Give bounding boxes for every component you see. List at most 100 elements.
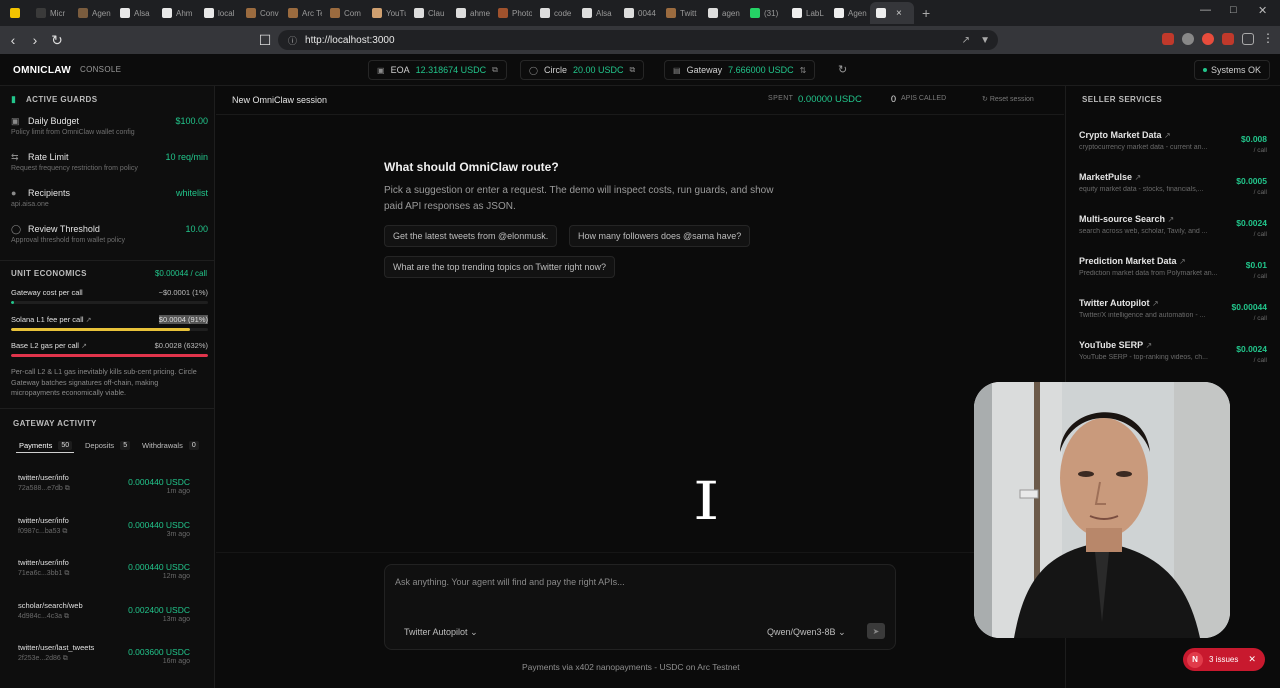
close-icon[interactable]: ✕ xyxy=(1248,654,1256,665)
browser-tab-strip: Micr Agen Alsa Ahm local Conv Arc Te Com YouTu Cl… xyxy=(0,0,1280,26)
browser-tab[interactable]: Agen xyxy=(72,2,112,24)
external-link-icon[interactable]: ↗ xyxy=(86,317,92,324)
divider xyxy=(0,260,215,261)
status-badge: Systems OK xyxy=(1193,60,1270,80)
chat-input[interactable]: Ask anything. Your agent will find and p… xyxy=(395,577,625,587)
extension-icon[interactable] xyxy=(1202,33,1214,45)
reload-icon[interactable]: ↻ xyxy=(46,32,68,49)
browser-tab[interactable]: (31) xyxy=(744,2,784,24)
tab-withdrawals[interactable]: Withdrawals 0 xyxy=(142,441,199,450)
browser-tab[interactable]: × xyxy=(870,2,914,24)
suggestion-chip[interactable]: What are the top trending topics on Twit… xyxy=(384,256,615,278)
text-cursor-icon: I xyxy=(692,472,720,532)
agent-select[interactable]: Twitter Autopilot ⌄ xyxy=(404,627,478,638)
share-icon[interactable]: ↗ xyxy=(962,35,970,46)
copy-icon[interactable]: ⧉ xyxy=(64,613,69,620)
prompt-subtitle: Pick a suggestion or enter a request. Th… xyxy=(384,185,774,212)
new-tab-icon[interactable]: + xyxy=(922,5,930,21)
transfer-icon[interactable]: ⇅ xyxy=(800,66,807,75)
browser-tab[interactable]: ahme xyxy=(450,2,490,24)
apis-label: APIS CALLED xyxy=(901,95,947,102)
browser-tab[interactable]: Conv xyxy=(240,2,280,24)
browser-tab[interactable]: 0044 xyxy=(618,2,658,24)
chat-composer[interactable]: Ask anything. Your agent will find and p… xyxy=(384,564,896,650)
extension-icon[interactable] xyxy=(1162,33,1174,45)
suggestion-chip[interactable]: Get the latest tweets from @elonmusk. xyxy=(384,225,558,247)
back-icon[interactable]: ‹ xyxy=(2,32,24,48)
extension-icon[interactable] xyxy=(1222,33,1234,45)
tab-label: Alsa xyxy=(134,8,150,18)
console-label[interactable]: CONSOLE xyxy=(80,65,121,74)
bookmark-icon[interactable]: ☐ xyxy=(254,32,276,49)
forward-icon[interactable]: › xyxy=(24,32,46,48)
tab-label: Com xyxy=(344,8,361,18)
browser-tab[interactable]: Clau xyxy=(408,2,448,24)
browser-toolbar: ‹ › ↻ ☐ ⓘ http://localhost:3000 ↗ ▼ ⋮ xyxy=(0,26,1280,54)
tab-favicon-icon xyxy=(330,8,340,18)
tab-label: ahme xyxy=(470,8,490,18)
tab-favicon-icon xyxy=(162,8,172,18)
main-panel: New OmniClaw session SPENT 0.00000 USDC … xyxy=(216,86,1064,688)
browser-tab[interactable]: Com xyxy=(324,2,364,24)
external-link-icon[interactable]: ↗ xyxy=(1135,173,1142,182)
refresh-icon[interactable]: ↻ xyxy=(838,63,847,76)
close-window-icon[interactable]: ✕ xyxy=(1258,4,1267,17)
address-bar[interactable]: ⓘ http://localhost:3000 ↗ ▼ xyxy=(278,30,998,50)
external-link-icon[interactable]: ↗ xyxy=(1152,299,1159,308)
tab-favicon-icon xyxy=(414,8,424,18)
external-link-icon[interactable]: ↗ xyxy=(1179,257,1186,266)
send-button[interactable]: ➤ xyxy=(867,623,885,639)
browser-tab[interactable]: YouTu xyxy=(366,2,406,24)
browser-tab[interactable]: Agen xyxy=(828,2,868,24)
browser-tab[interactable]: Alsa xyxy=(576,2,616,24)
spent-label: SPENT xyxy=(768,95,794,102)
extensions-puzzle-icon[interactable] xyxy=(1242,33,1254,45)
browser-tab[interactable]: local xyxy=(198,2,238,24)
menu-icon[interactable]: ⋮ xyxy=(1262,31,1274,45)
economics-row: Gateway cost per call ~$0.0001 (1%) xyxy=(11,288,208,297)
copy-icon[interactable]: ⧉ xyxy=(492,65,498,75)
external-link-icon[interactable]: ↗ xyxy=(1146,341,1153,350)
reset-session-button[interactable]: ↻ Reset session xyxy=(982,95,1034,103)
browser-tab[interactable]: Alsa xyxy=(114,2,154,24)
browser-tab[interactable]: Micr xyxy=(30,2,70,24)
browser-tab[interactable]: Photo xyxy=(492,2,532,24)
issues-count: N xyxy=(1187,651,1203,668)
browser-tab[interactable]: agen xyxy=(702,2,742,24)
tab-favicon-icon xyxy=(498,8,508,18)
copy-icon[interactable]: ⧉ xyxy=(630,65,636,75)
browser-tab[interactable]: Ahm xyxy=(156,2,196,24)
site-info-icon[interactable]: ⓘ xyxy=(288,34,297,47)
close-tab-icon[interactable]: × xyxy=(896,8,902,19)
extension-icon[interactable] xyxy=(1182,33,1194,45)
browser-tab[interactable]: code xyxy=(534,2,574,24)
copy-icon[interactable]: ⧉ xyxy=(65,485,70,492)
browser-tab[interactable]: Twitt xyxy=(660,2,700,24)
apis-count: 0 xyxy=(891,94,897,104)
browser-tab[interactable]: LabL xyxy=(786,2,826,24)
copy-icon[interactable]: ⧉ xyxy=(63,655,68,662)
external-link-icon[interactable]: ↗ xyxy=(1164,131,1171,140)
tab-label: YouTu xyxy=(386,8,406,18)
webcam-overlay xyxy=(974,382,1230,638)
browser-tab[interactable]: Arc Te xyxy=(282,2,322,24)
issues-badge[interactable]: N 3 issues ✕ xyxy=(1183,648,1265,671)
suggestion-chip[interactable]: How many followers does @sama have? xyxy=(569,225,751,247)
external-link-icon[interactable]: ↗ xyxy=(1168,215,1175,224)
economics-note: Per-call L2 & L1 gas inevitably kills su… xyxy=(11,367,197,397)
tab-label: agen xyxy=(722,8,740,18)
shield-icon[interactable]: ▼ xyxy=(980,35,990,46)
tab-payments[interactable]: Payments 50 xyxy=(19,441,73,450)
model-select[interactable]: Qwen/Qwen3-8B ⌄ xyxy=(767,627,846,638)
cost-bar-fill xyxy=(11,354,208,357)
url-text: http://localhost:3000 xyxy=(305,34,395,46)
external-link-icon[interactable]: ↗ xyxy=(81,343,87,350)
cost-bar xyxy=(11,354,208,357)
copy-icon[interactable]: ⧉ xyxy=(64,570,69,577)
browser-tab[interactable] xyxy=(4,2,28,24)
tab-deposits[interactable]: Deposits 5 xyxy=(85,441,131,450)
cost-bar xyxy=(11,328,208,331)
maximize-icon[interactable]: □ xyxy=(1230,4,1237,16)
minimize-icon[interactable]: — xyxy=(1200,4,1211,16)
copy-icon[interactable]: ⧉ xyxy=(62,528,67,535)
